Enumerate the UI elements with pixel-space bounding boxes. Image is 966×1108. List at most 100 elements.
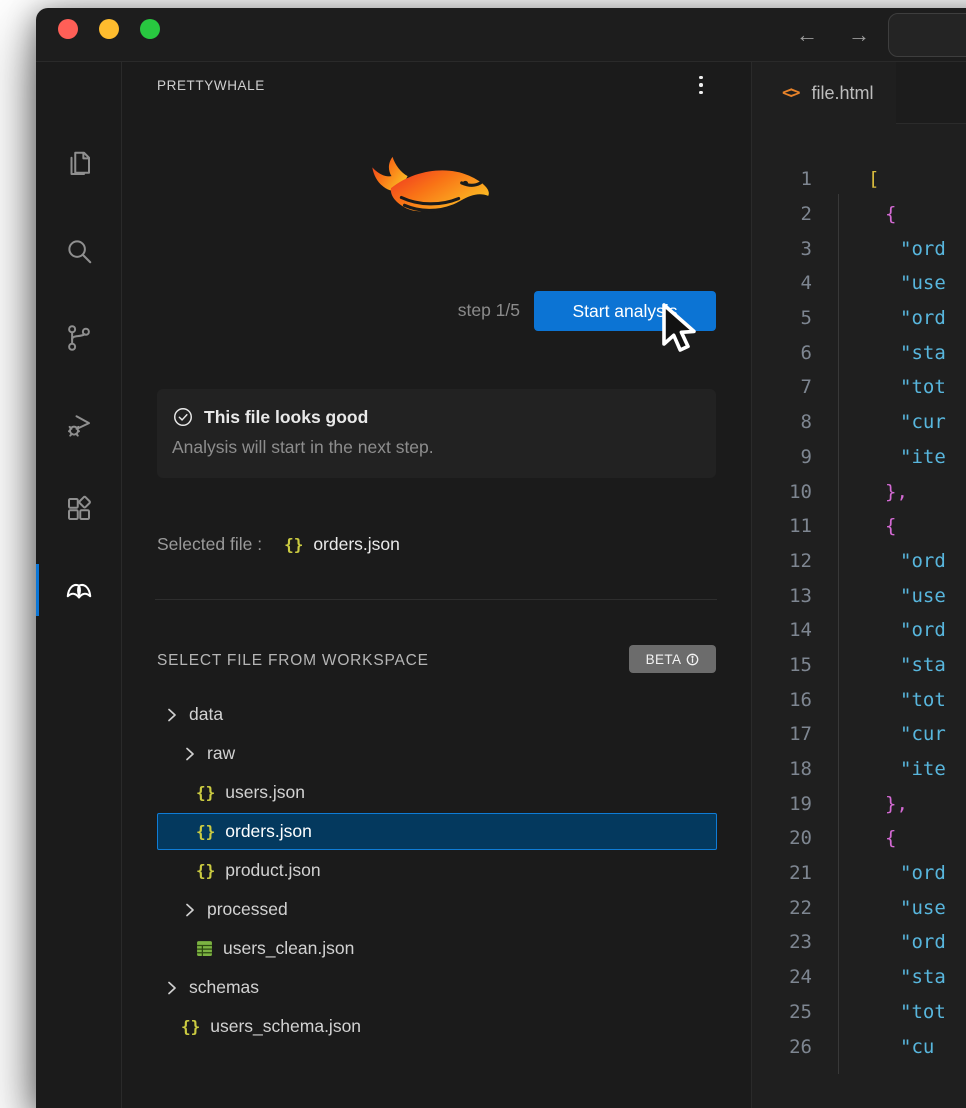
code-token: {	[812, 827, 896, 849]
line-number: 9	[752, 446, 812, 468]
tree-item-data[interactable]: data	[36, 695, 666, 734]
line-number: 20	[752, 827, 812, 849]
sidebar-item-source-control[interactable]	[36, 312, 122, 364]
tree-item-schemas[interactable]: schemas	[36, 968, 666, 1007]
code-line: 23"ord	[752, 925, 966, 960]
title-bar: ← →	[36, 8, 966, 62]
beta-badge[interactable]: BETA	[629, 645, 716, 673]
code-token: "tot	[812, 1001, 946, 1023]
line-number: 23	[752, 931, 812, 953]
line-number: 14	[752, 619, 812, 641]
status-title: This file looks good	[204, 407, 368, 428]
command-palette-box[interactable]	[888, 13, 966, 57]
tree-item-label: schemas	[189, 977, 259, 998]
tree-item-label: users.json	[225, 782, 305, 803]
line-number: 26	[752, 1036, 812, 1058]
code-token: "tot	[812, 689, 946, 711]
json-file-icon: {}	[284, 535, 303, 554]
sidebar-item-extensions[interactable]	[36, 483, 122, 535]
code-token: {	[812, 515, 896, 537]
line-number: 17	[752, 723, 812, 745]
nav-forward-icon[interactable]: →	[848, 22, 870, 48]
tree-item-label: users_schema.json	[210, 1016, 361, 1037]
beta-badge-label: BETA	[646, 652, 682, 667]
table-file-icon	[196, 940, 213, 957]
zoom-window-button[interactable]	[140, 19, 160, 39]
code-editor[interactable]: 1[2{3"ord4"use5"ord6"sta7"tot8"cur9"ite1…	[752, 162, 966, 1108]
line-number: 22	[752, 897, 812, 919]
json-file-icon: {}	[196, 822, 215, 841]
code-token: "sta	[812, 966, 946, 988]
close-window-button[interactable]	[58, 19, 78, 39]
code-line: 2{	[752, 197, 966, 232]
line-number: 12	[752, 550, 812, 572]
line-number: 25	[752, 1001, 812, 1023]
code-token: },	[812, 793, 908, 815]
more-actions-button[interactable]	[686, 70, 716, 100]
line-number: 21	[752, 862, 812, 884]
tree-item-processed[interactable]: processed	[36, 890, 666, 929]
line-number: 24	[752, 966, 812, 988]
code-token: [	[812, 168, 879, 190]
code-token: "use	[812, 897, 946, 919]
tree-item-users-schema-json[interactable]: {} users_schema.json	[36, 1007, 666, 1046]
section-divider	[155, 599, 717, 600]
minimize-window-button[interactable]	[99, 19, 119, 39]
code-token: "cu	[812, 1036, 934, 1058]
code-line: 26"cu	[752, 1029, 966, 1064]
active-view-indicator	[36, 564, 39, 616]
tree-item-orders-json[interactable]: {}orders.json	[36, 812, 666, 851]
app-window: ← →	[36, 8, 966, 1108]
files-icon	[64, 149, 94, 179]
code-line: 21"ord	[752, 856, 966, 891]
code-line: 3"ord	[752, 231, 966, 266]
code-line: 5"ord	[752, 301, 966, 336]
code-token: "ord	[812, 307, 946, 329]
status-subtitle: Analysis will start in the next step.	[172, 437, 700, 458]
sidebar-item-prettywhale[interactable]	[36, 564, 122, 616]
code-line: 6"sta	[752, 335, 966, 370]
start-analysis-button[interactable]: Start analysis	[534, 291, 716, 331]
sidebar-item-explorer[interactable]	[36, 138, 122, 190]
tab-file-html[interactable]: <> file.html	[752, 62, 896, 124]
check-circle-icon	[172, 406, 194, 428]
code-line: 17"cur	[752, 717, 966, 752]
chevron-right-icon	[163, 706, 181, 724]
sidebar-item-run-debug[interactable]	[36, 399, 122, 451]
line-number: 7	[752, 376, 812, 398]
code-line: 13"use	[752, 578, 966, 613]
code-token: "ite	[812, 446, 946, 468]
code-token: "sta	[812, 654, 946, 676]
line-number: 4	[752, 272, 812, 294]
tree-item-users-clean-json[interactable]: users_clean.json	[36, 929, 666, 968]
code-line: 12"ord	[752, 544, 966, 579]
nav-back-icon[interactable]: ←	[796, 22, 818, 48]
line-number: 19	[752, 793, 812, 815]
chevron-right-icon	[181, 901, 199, 919]
line-number: 13	[752, 585, 812, 607]
tree-item-product-json[interactable]: {} product.json	[36, 851, 666, 890]
tree-item-label: product.json	[225, 860, 320, 881]
code-token: "use	[812, 272, 946, 294]
json-file-icon: {}	[181, 1017, 200, 1036]
code-token: "use	[812, 585, 946, 607]
tree-item-users-json[interactable]: {} users.json	[36, 773, 666, 812]
editor-tab-bar: <> file.html	[752, 62, 966, 124]
json-file-icon: {}	[196, 861, 215, 880]
code-token: {	[812, 203, 896, 225]
code-line: 1[	[752, 162, 966, 197]
tree-item-raw[interactable]: raw	[36, 734, 666, 773]
json-file-icon: {}	[196, 783, 215, 802]
extensions-icon	[64, 494, 94, 524]
code-line: 20{	[752, 821, 966, 856]
line-number: 8	[752, 411, 812, 433]
code-token: "ite	[812, 758, 946, 780]
workspace-file-tree: dataraw{}users.json{}orders.json{}produc…	[36, 695, 666, 1046]
debug-icon	[64, 410, 94, 440]
code-token: "ord	[812, 619, 946, 641]
code-line: 14"ord	[752, 613, 966, 648]
line-number: 11	[752, 515, 812, 537]
code-line: 16"tot	[752, 682, 966, 717]
sidebar-item-search[interactable]	[36, 225, 122, 277]
workspace-section-title: SELECT FILE FROM WORKSPACE	[157, 652, 429, 670]
